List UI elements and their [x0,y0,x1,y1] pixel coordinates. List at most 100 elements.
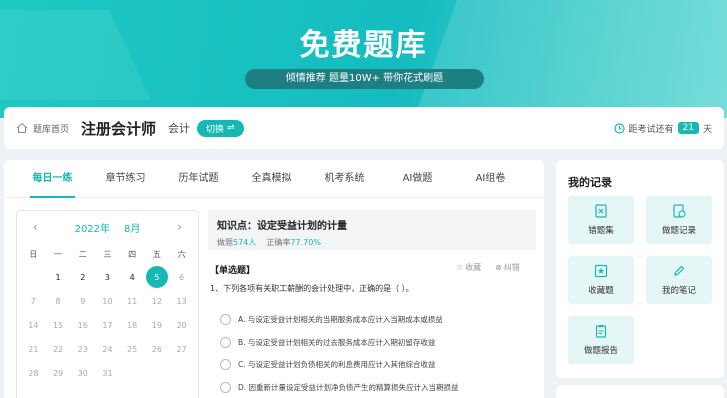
question-type: 【单选题】 [210,266,256,276]
exam-title: 注册会计师 [81,119,157,138]
calendar-day[interactable]: 21 [22,338,44,360]
done-label: 做题 [217,238,233,247]
countdown-unit: 天 [702,124,712,135]
calendar-day[interactable]: 13 [171,290,193,312]
weekday-label: 一 [54,249,63,259]
calendar-year: 2022年 [74,223,111,235]
switch-label: 切换 [206,124,225,135]
accuracy-label: 正确率 [266,238,291,247]
calendar-day[interactable]: 17 [96,314,118,336]
weekday-label: 日 [29,249,38,259]
star-icon: ☆ [456,263,464,272]
option-label: A. 与设定受益计划相关的当期服务成本应计入当期成本或损益 [238,315,443,324]
calendar-day[interactable]: 31 [96,362,118,384]
calendar-day[interactable]: 7 [22,290,44,312]
calendar-day[interactable]: 8 [47,290,69,312]
calendar-day[interactable]: 19 [146,314,168,336]
tab-daily-practice[interactable]: 每日一练 [16,160,89,198]
calendar-day[interactable]: 10 [96,290,118,312]
calendar-day[interactable]: 4 [121,266,143,288]
exam-header-bar: 题库首页 注册会计师 会计 切换 ⇌ 距考试还有 21 天 [4,107,724,149]
calendar-week-row: 21 22 23 24 25 26 27 [17,337,198,361]
switch-subject-button[interactable]: 切换 ⇌ [197,119,244,137]
card-label: 我的笔记 [661,286,696,296]
practice-panel: 每日一练 章节练习 历年试题 全真模拟 机考系统 AI做题 AI组卷 ‹ 202… [4,160,544,398]
option-a[interactable]: A. 与设定受益计划相关的当期服务成本应计入当期成本或损益 [220,314,443,325]
breadcrumb-home[interactable]: 题库首页 [33,122,69,135]
radio-icon [220,337,231,348]
report-icon: ⊗ [495,263,502,272]
calendar-day[interactable]: 11 [121,290,143,312]
secondary-side-panel [556,385,724,398]
calendar-day[interactable]: 20 [171,314,193,336]
calendar-day[interactable]: 29 [47,362,69,384]
wrong-questions-card[interactable]: 错题集 [568,196,634,244]
favorite-label: 收藏 [465,263,482,272]
calendar-day[interactable]: 3 [96,266,118,288]
option-label: D. 因重新计量设定受益计划净负债产生的精算损失应计入当期损益 [238,383,459,392]
calendar-day[interactable]: 23 [72,338,94,360]
tab-ai-practice[interactable]: AI做题 [381,160,454,198]
calendar-day[interactable]: 9 [72,290,94,312]
practice-history-card[interactable]: 做题记录 [646,196,712,244]
calendar-day[interactable]: 16 [72,314,94,336]
favorite-button[interactable]: ☆ 收藏 [456,262,481,273]
calendar-day[interactable]: 12 [146,290,168,312]
practice-report-card[interactable]: 做题报告 [568,316,634,364]
calendar-week-row: 7 8 9 10 11 12 13 [17,289,198,313]
countdown-days: 21 [677,122,699,134]
tab-computer-exam[interactable]: 机考系统 [308,160,381,198]
calendar-month: 8月 [124,223,141,235]
card-label: 做题报告 [583,346,618,356]
calendar-day[interactable]: 2 [72,266,94,288]
option-d[interactable]: D. 因重新计量设定受益计划净负债产生的精算损失应计入当期损益 [220,382,459,393]
knowledge-point-box: 知识点：设定受益计划的计量 做题574人 正确率77.70% [208,210,536,250]
my-notes-card[interactable]: 我的笔记 [646,256,712,304]
records-title: 我的记录 [568,176,612,189]
clock-icon [613,122,625,134]
home-icon[interactable] [16,122,28,134]
tab-chapter-practice[interactable]: 章节练习 [89,160,162,198]
calendar-grid: 1 2 3 4 5 6 7 8 9 10 11 12 13 14 15 16 17 18 19 20 21 22 23 24 2… [17,265,198,385]
report-clipboard-icon [595,325,607,338]
calendar-day[interactable]: 26 [146,338,168,360]
banner-title: 免费题库 [299,28,428,63]
option-c[interactable]: C. 与设定受益计划负债相关的利息费用应计入其他综合收益 [220,359,436,370]
calendar-day[interactable]: 22 [47,338,69,360]
calendar-week-row: 28 29 30 31 [17,361,198,385]
next-month-icon[interactable]: › [177,220,182,234]
calendar-day[interactable]: 24 [96,338,118,360]
calendar-day[interactable]: 15 [47,314,69,336]
knowledge-title: 知识点：设定受益计划的计量 [217,221,347,232]
calendar-day[interactable]: 25 [121,338,143,360]
tab-past-exams[interactable]: 历年试题 [162,160,235,198]
calendar-day[interactable]: 6 [171,266,193,288]
calendar-day[interactable]: 1 [47,266,69,288]
tab-mock-exam[interactable]: 全真模拟 [235,160,308,198]
calendar-day[interactable]: 18 [121,314,143,336]
option-b[interactable]: B. 与设定受益计划相关的过去服务成本应计入期初留存收益 [220,337,435,348]
pencil-icon [674,265,685,276]
countdown-prefix: 距考试还有 [628,124,674,135]
calendar-day[interactable]: 14 [22,314,44,336]
history-icon [673,204,686,218]
hero-banner: 免费题库 倾情推荐 题量10W+ 带你花式刷题 [0,0,727,118]
tab-ai-paper[interactable]: AI组卷 [454,160,527,198]
calendar-day[interactable]: 27 [171,338,193,360]
accuracy-value: 77.70% [290,238,321,247]
weekday-label: 三 [103,249,112,259]
weekday-label: 二 [78,249,87,259]
option-label: B. 与设定受益计划相关的过去服务成本应计入期初留存收益 [238,338,436,347]
report-error-button[interactable]: ⊗ 纠错 [495,262,520,273]
question-text: 1、下列各项有关职工薪酬的会计处理中，正确的是（ ）。 [210,284,414,293]
weekday-label: 六 [177,249,186,259]
calendar-weekdays: 日一二三四五六 [17,243,198,265]
calendar-day-today[interactable]: 5 [145,266,168,288]
calendar-day[interactable]: 28 [22,362,44,384]
exam-countdown: 距考试还有 21 天 [613,122,712,135]
favorites-card[interactable]: 收藏题 [568,256,634,304]
weekday-label: 五 [152,249,161,259]
prev-month-icon[interactable]: ‹ [33,220,38,234]
knowledge-stats: 做题574人 正确率77.70% [217,237,527,248]
calendar-day[interactable]: 30 [72,362,94,384]
